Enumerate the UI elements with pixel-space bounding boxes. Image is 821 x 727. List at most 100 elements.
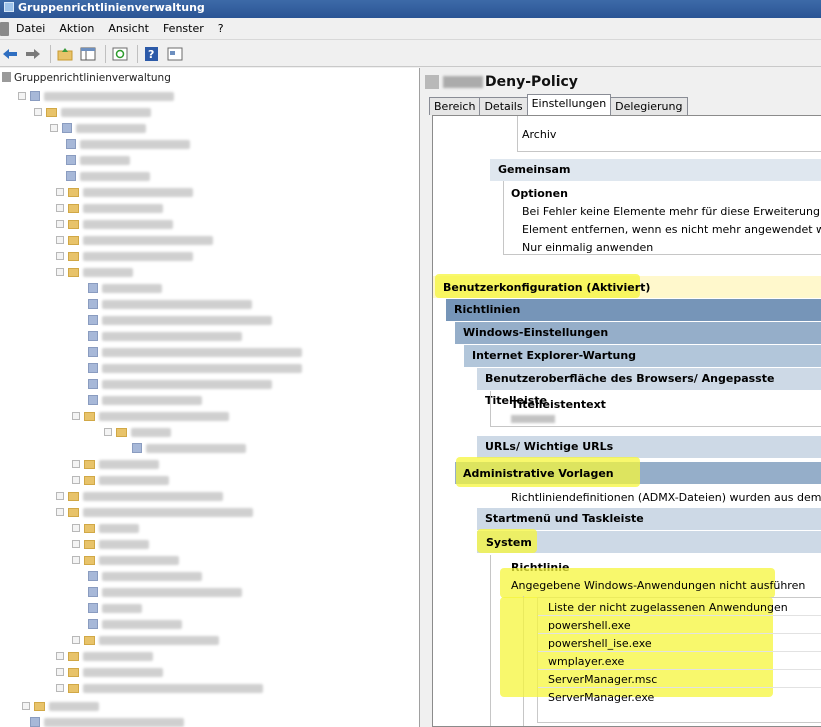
expand-toggle-icon[interactable] [72,636,80,644]
tree-node[interactable] [72,474,169,486]
tree-node[interactable] [56,650,153,662]
tree-node[interactable] [104,426,171,438]
expand-toggle-icon[interactable] [72,556,80,564]
tab-einstellungen[interactable]: Einstellungen [526,94,612,115]
expand-toggle-icon[interactable] [56,684,64,692]
tree-root-node[interactable]: Gruppenrichtlinienverwaltung [2,72,171,86]
expand-toggle-icon[interactable] [56,236,64,244]
tree-node[interactable] [88,570,202,582]
tree-node[interactable] [72,554,179,566]
expand-toggle-icon[interactable] [56,252,64,260]
menu-fenster[interactable]: Fenster [156,18,211,40]
tree-node[interactable] [18,90,174,102]
richtlinien-header[interactable]: Richtlinien [446,299,821,321]
console-tree[interactable]: Gruppenrichtlinienverwaltung [0,68,420,727]
expand-toggle-icon[interactable] [56,188,64,196]
menu-aktion[interactable]: Aktion [52,18,101,40]
expand-toggle-icon[interactable] [18,92,26,100]
tree-node[interactable] [72,522,139,534]
expand-toggle-icon[interactable] [56,492,64,500]
menu-datei[interactable]: Datei [9,18,52,40]
back-arrow-icon[interactable] [0,44,20,64]
redacted-label [76,123,146,133]
windows-einstellungen-header[interactable]: Windows-Einstellungen [455,322,821,344]
tree-node[interactable] [66,170,150,182]
tree-node[interactable] [88,618,182,630]
settings-report[interactable]: Archiv Gemeinsam Optionen Bei Fehler kei… [432,115,821,727]
menu-help[interactable]: ? [211,18,231,40]
tree-node[interactable] [56,666,163,678]
expand-toggle-icon[interactable] [56,508,64,516]
gpo-link-icon [88,363,98,373]
tree-node[interactable] [30,716,184,727]
expand-toggle-icon[interactable] [56,652,64,660]
expand-toggle-icon[interactable] [56,204,64,212]
help-icon[interactable]: ? [142,44,162,64]
menu-bar: Datei Aktion Ansicht Fenster ? [0,18,821,40]
tree-node[interactable] [72,410,229,422]
tab-details[interactable]: Details [479,97,528,115]
show-hide-tree-icon[interactable] [78,44,98,64]
tree-node[interactable] [88,586,242,598]
expand-toggle-icon[interactable] [72,460,80,468]
tree-node[interactable] [56,506,253,518]
expand-toggle-icon[interactable] [72,412,80,420]
expand-toggle-icon[interactable] [72,476,80,484]
row-divider [538,651,821,652]
ie-wartung-header[interactable]: Internet Explorer-Wartung [464,345,821,367]
expand-toggle-icon[interactable] [22,702,30,710]
tree-node[interactable] [22,700,99,712]
browser-ui-header[interactable]: Benutzeroberfläche des Browsers/ Angepas… [477,368,821,407]
refresh-icon[interactable] [110,44,130,64]
expand-toggle-icon[interactable] [72,524,80,532]
tree-node[interactable] [56,234,213,246]
tree-node[interactable] [34,106,151,118]
titelleistentext-label: Titelleistentext [511,398,606,411]
gpo-link-icon [66,171,76,181]
menu-ansicht[interactable]: Ansicht [101,18,156,40]
expand-toggle-icon[interactable] [34,108,42,116]
expand-toggle-icon[interactable] [56,220,64,228]
tree-node[interactable] [66,154,130,166]
tree-node[interactable] [132,442,246,454]
forward-arrow-icon[interactable] [23,44,43,64]
gemeinsam-header[interactable]: Gemeinsam [490,159,821,181]
toolbar: ? [0,41,821,67]
tree-node[interactable] [66,138,190,150]
tree-node[interactable] [88,330,242,342]
tree-node[interactable] [56,266,133,278]
expand-toggle-icon[interactable] [104,428,112,436]
tab-bereich[interactable]: Bereich [429,97,481,115]
tree-node[interactable] [56,202,163,214]
tree-node[interactable] [72,458,159,470]
tree-node[interactable] [88,346,302,358]
tree-node[interactable] [56,250,193,262]
tree-node[interactable] [56,682,263,694]
gpo-link-icon [30,91,40,101]
tree-node[interactable] [88,362,302,374]
expand-toggle-icon[interactable] [56,268,64,276]
tree-node[interactable] [88,602,142,614]
up-folder-icon[interactable] [55,44,75,64]
tab-delegierung[interactable]: Delegierung [610,97,688,115]
system-menu-icon[interactable] [0,21,9,36]
startmenu-header[interactable]: Startmenü und Taskleiste [477,508,821,530]
tree-node[interactable] [72,634,219,646]
tree-node[interactable] [72,538,149,550]
tree-node[interactable] [88,378,272,390]
expand-toggle-icon[interactable] [50,124,58,132]
tree-node[interactable] [88,298,252,310]
tree-node[interactable] [88,394,202,406]
tree-node[interactable] [88,314,272,326]
tree-node[interactable] [50,122,146,134]
tree-node[interactable] [56,218,173,230]
redacted-label [99,523,139,533]
expand-toggle-icon[interactable] [72,540,80,548]
tree-node[interactable] [56,186,193,198]
option-line: Element entfernen, wenn es nicht mehr an… [522,223,821,236]
urls-header[interactable]: URLs/ Wichtige URLs [477,436,821,458]
tree-node[interactable] [56,490,223,502]
properties-icon[interactable] [165,44,185,64]
tree-node[interactable] [88,282,162,294]
expand-toggle-icon[interactable] [56,668,64,676]
